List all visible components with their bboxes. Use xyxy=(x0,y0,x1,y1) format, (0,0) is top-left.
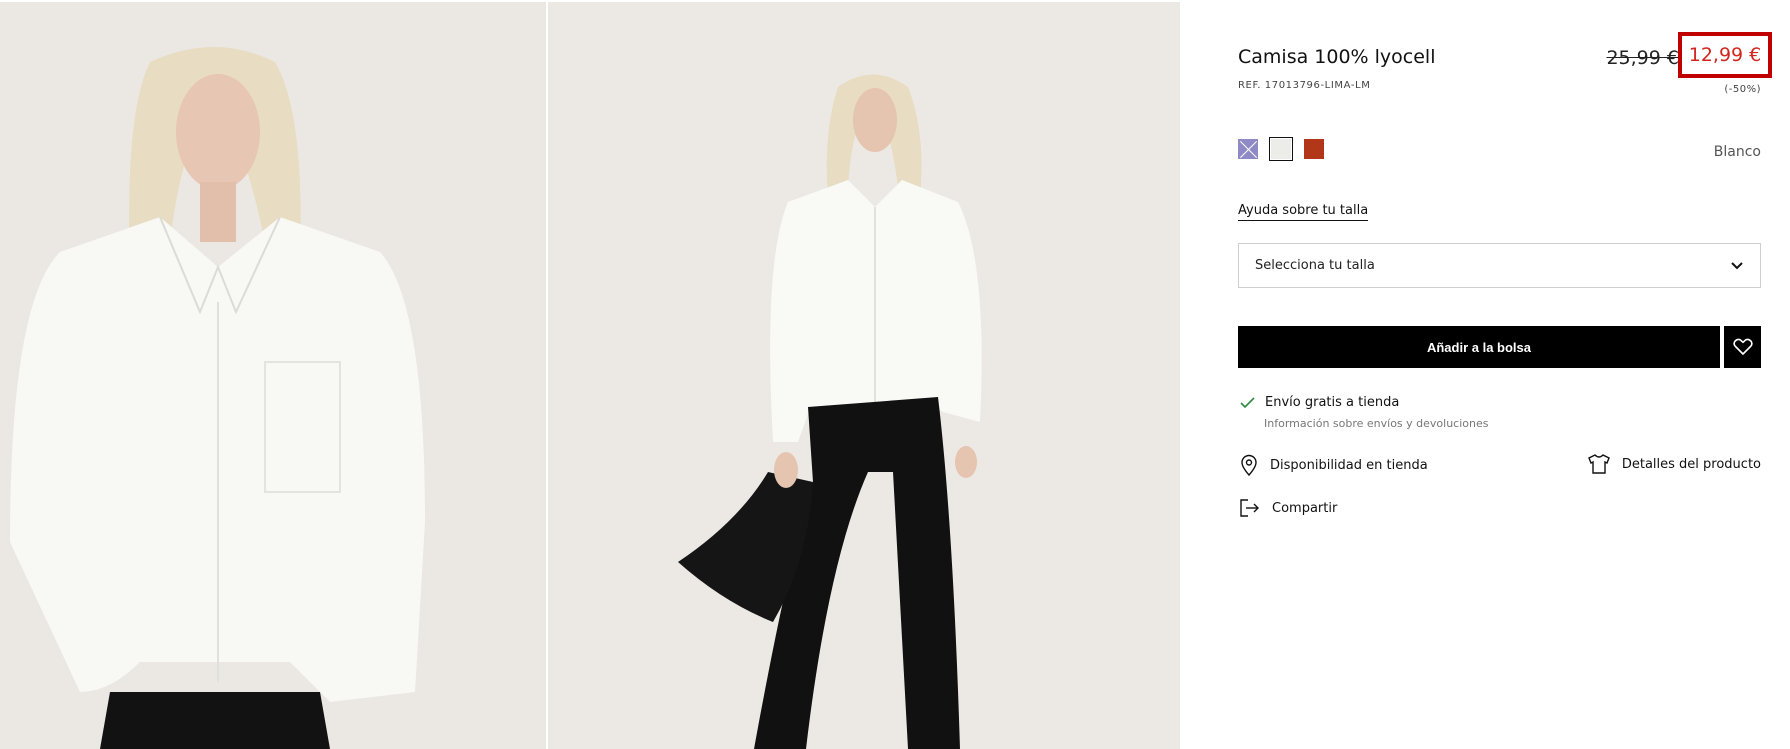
favorite-button[interactable] xyxy=(1724,326,1761,368)
check-icon xyxy=(1240,396,1255,408)
color-swatch-lilac[interactable] xyxy=(1238,139,1258,159)
store-availability-link[interactable]: Disponibilidad en tienda xyxy=(1240,454,1428,476)
size-select-placeholder: Selecciona tu talla xyxy=(1255,258,1375,273)
sale-price-highlight: 12,99 € xyxy=(1678,32,1772,78)
shirt-icon xyxy=(1587,454,1610,474)
color-swatches xyxy=(1238,137,1324,161)
size-select[interactable]: Selecciona tu talla xyxy=(1238,243,1761,288)
share-label: Compartir xyxy=(1272,500,1338,516)
product-image-front[interactable] xyxy=(0,2,546,749)
product-reference: REF. 17013796-LIMA-LM xyxy=(1238,80,1371,91)
free-shipping-row: Envío gratis a tienda xyxy=(1240,395,1399,410)
selected-color-name: Blanco xyxy=(1713,144,1761,160)
product-info-panel: Camisa 100% lyocell REF. 17013796-LIMA-L… xyxy=(1238,0,1772,749)
product-details-link[interactable]: Detalles del producto xyxy=(1587,454,1761,474)
discount-badge: (-50%) xyxy=(1724,84,1761,95)
color-swatch-white[interactable] xyxy=(1269,137,1293,161)
sale-price: 12,99 € xyxy=(1688,44,1762,66)
original-price: 25,99 € xyxy=(1606,47,1679,69)
shipping-info-link[interactable]: Información sobre envíos y devoluciones xyxy=(1264,417,1489,430)
free-shipping-label: Envío gratis a tienda xyxy=(1265,395,1400,410)
chevron-down-icon xyxy=(1731,261,1743,269)
product-image-full-body[interactable] xyxy=(548,2,1180,749)
product-title: Camisa 100% lyocell xyxy=(1238,46,1436,68)
add-to-bag-button[interactable]: Añadir a la bolsa xyxy=(1238,326,1720,368)
heart-icon xyxy=(1732,338,1753,356)
store-availability-label: Disponibilidad en tienda xyxy=(1270,457,1428,473)
share-icon xyxy=(1240,499,1259,517)
product-details-label: Detalles del producto xyxy=(1621,456,1761,472)
location-pin-icon xyxy=(1241,454,1257,476)
color-swatch-rust[interactable] xyxy=(1304,139,1324,159)
size-help-link[interactable]: Ayuda sobre tu talla xyxy=(1238,203,1369,221)
share-link[interactable]: Compartir xyxy=(1240,499,1337,517)
